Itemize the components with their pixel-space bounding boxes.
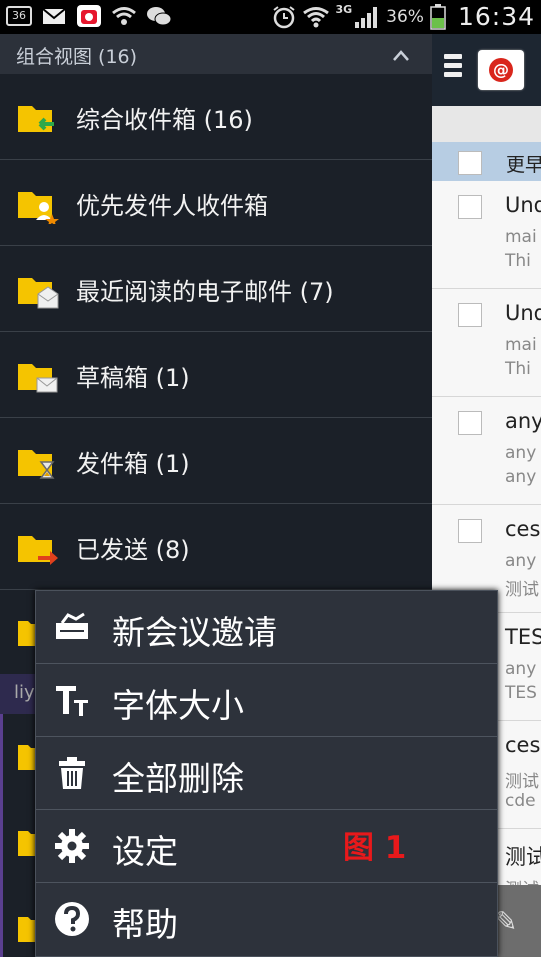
meeting-invite-icon <box>56 612 88 639</box>
figure-annotation: 图 1 <box>343 830 407 866</box>
recently-read-folder-icon <box>18 278 59 309</box>
notification-count-badge: 36 <box>6 6 32 26</box>
date-group-bar: 更早 <box>432 142 541 181</box>
folder-item-combined-inbox[interactable]: 综合收件箱 (16) <box>0 74 432 160</box>
folder-label: 已发送 (8) <box>76 536 190 564</box>
folder-label: 最近阅读的电子邮件 (7) <box>76 278 334 306</box>
wifi-signal-icon <box>303 6 330 27</box>
mail-address: mai <box>505 335 537 355</box>
folder-label: 综合收件箱 (16) <box>76 106 253 134</box>
cell-signal-icon <box>355 6 378 28</box>
gear-icon <box>55 829 89 863</box>
menu-item-settings[interactable]: 设定 <box>36 810 497 883</box>
menu-item-delete-all[interactable]: 全部删除 <box>36 737 497 810</box>
mail-list-item[interactable]: Und mai Thi <box>432 181 541 289</box>
account-indicator <box>0 714 3 957</box>
menu-item-font-size[interactable]: 字体大小 <box>36 664 497 737</box>
priority-sender-folder-icon <box>18 192 59 224</box>
folder-item-sent[interactable]: 已发送 (8) <box>0 504 432 590</box>
mail-preview: Thi <box>505 251 531 271</box>
folder-label: 优先发件人收件箱 <box>76 192 268 220</box>
alarm-icon <box>273 5 296 28</box>
status-bar: 36 3G 36% 16:34 <box>0 0 541 34</box>
mail-sender: Und <box>505 301 541 325</box>
menu-item-help[interactable]: 帮助 <box>36 883 497 956</box>
mail-preview: 测试 <box>505 580 539 600</box>
folder-item-drafts[interactable]: 草稿箱 (1) <box>0 332 432 418</box>
sent-folder-icon <box>18 536 58 565</box>
mail-list-item[interactable]: Und mai Thi <box>432 289 541 397</box>
battery-percent: 36% <box>386 6 424 27</box>
mail-checkbox[interactable] <box>458 411 482 435</box>
folder-label: 草稿箱 (1) <box>76 364 190 392</box>
account-name: liy <box>14 682 35 703</box>
mail-preview: any <box>505 467 537 487</box>
menu-label: 全部删除 <box>112 759 244 798</box>
mail-sender: 测试 <box>505 845 541 869</box>
menu-label: 新会议邀请 <box>112 613 277 652</box>
mail-checkbox[interactable] <box>458 519 482 543</box>
mail-checkbox[interactable] <box>458 303 482 327</box>
menu-icon[interactable] <box>444 54 462 81</box>
mail-preview: cde <box>505 791 536 811</box>
menu-label: 字体大小 <box>112 686 244 725</box>
mail-checkbox[interactable] <box>458 195 482 219</box>
clock: 16:34 <box>457 2 535 31</box>
mail-address: any <box>505 659 537 679</box>
sina-weibo-icon <box>77 5 101 27</box>
folder-item-outbox[interactable]: 发件箱 (1) <box>0 418 432 504</box>
trash-icon <box>59 757 85 789</box>
mail-sender: TES <box>505 625 541 649</box>
menu-item-new-meeting-invite[interactable]: 新会议邀请 <box>36 591 497 664</box>
mail-app-icon[interactable]: @ <box>478 50 524 90</box>
date-group-label: 更早 <box>506 154 541 176</box>
wechat-icon <box>147 7 172 26</box>
select-all-checkbox[interactable] <box>458 151 482 175</box>
mail-sender: any <box>505 409 541 433</box>
mail-address: any <box>505 551 537 571</box>
options-menu: 新会议邀请 字体大小 全部删除 设定 帮助 <box>35 590 498 957</box>
network-type: 3G <box>335 3 353 16</box>
mail-list-header: @ <box>432 34 541 106</box>
mail-preview: TES <box>505 683 537 703</box>
mail-sender: Und <box>505 193 541 217</box>
mail-preview: Thi <box>505 359 531 379</box>
inbox-folder-icon <box>18 106 54 132</box>
chevron-up-icon[interactable] <box>392 47 410 65</box>
mail-list-item[interactable]: any any any <box>432 397 541 505</box>
combined-view-title: 组合视图 (16) <box>16 46 138 68</box>
drawer-header[interactable]: 组合视图 (16) <box>0 34 432 74</box>
mail-sender: ces <box>505 733 541 757</box>
font-size-icon <box>56 686 88 716</box>
drafts-folder-icon <box>18 364 58 393</box>
folder-label: 发件箱 (1) <box>76 450 190 478</box>
folder-item-priority-sender[interactable]: 优先发件人收件箱 <box>0 160 432 246</box>
mail-address: any <box>505 443 537 463</box>
menu-label: 帮助 <box>112 905 178 944</box>
mail-list-subheader <box>432 106 541 142</box>
outbox-folder-icon <box>18 450 55 479</box>
battery-icon <box>430 3 446 30</box>
wifi-icon <box>112 7 136 25</box>
folder-item-recently-read[interactable]: 最近阅读的电子邮件 (7) <box>0 246 432 332</box>
mail-sender: ces <box>505 517 541 541</box>
mail-address: 测试 <box>505 772 539 792</box>
menu-label: 设定 <box>112 832 178 871</box>
mail-address: mai <box>505 227 537 247</box>
email-icon <box>42 8 66 24</box>
help-icon <box>55 902 89 936</box>
